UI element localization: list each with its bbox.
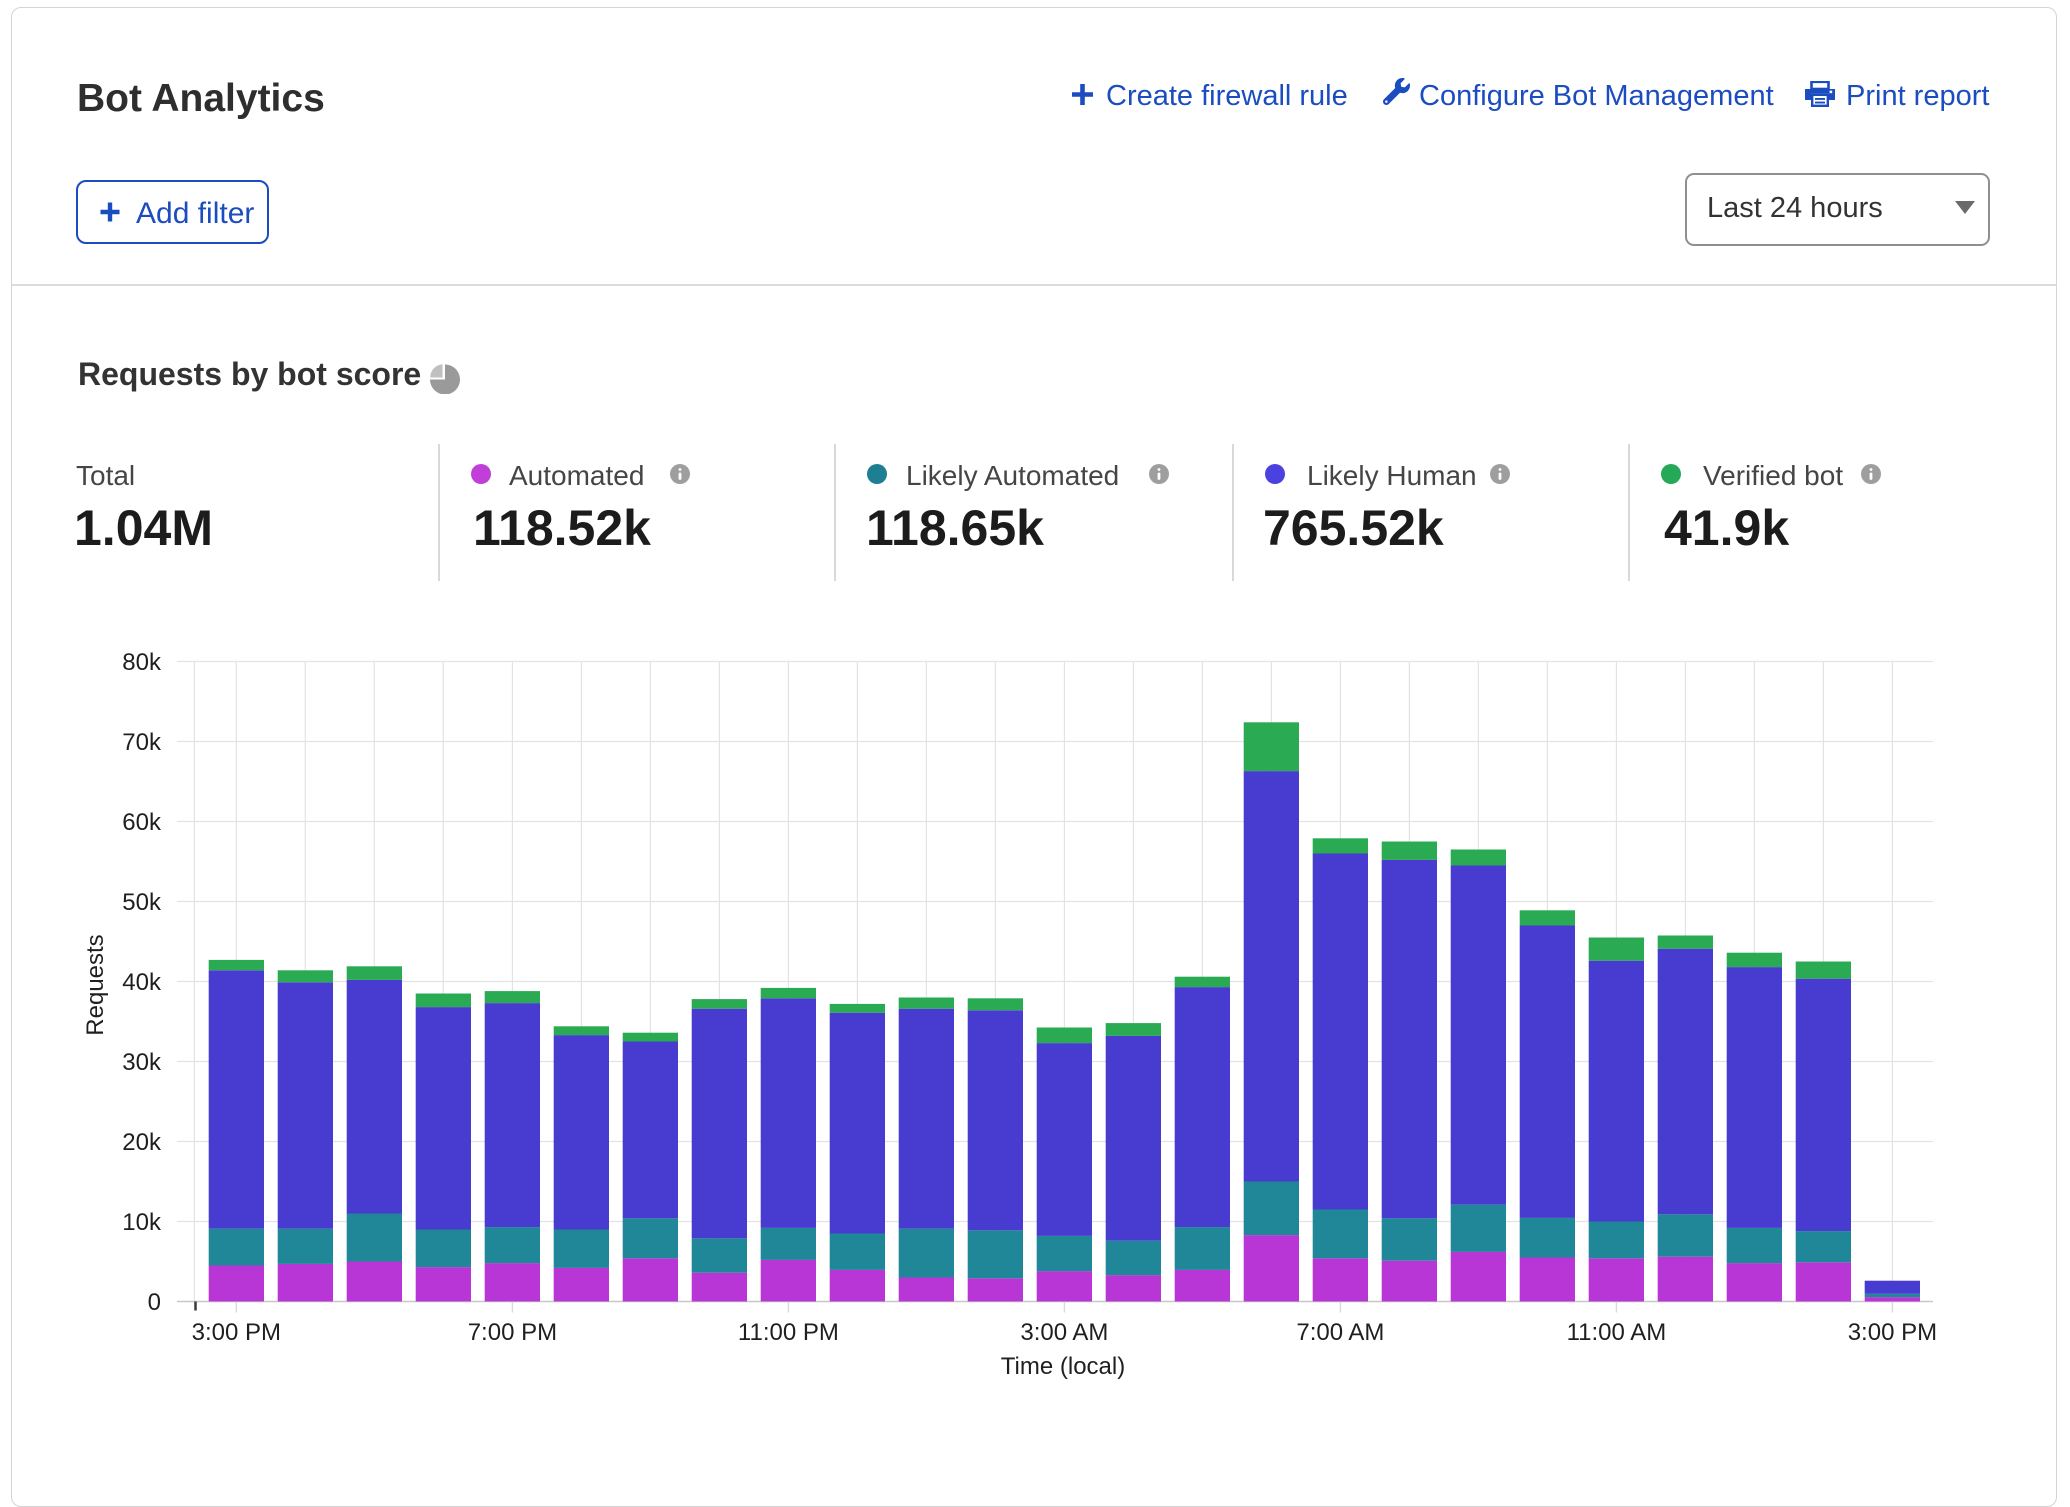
svg-text:50k: 50k xyxy=(122,889,162,916)
svg-text:Requests: Requests xyxy=(82,934,109,1035)
svg-text:0: 0 xyxy=(148,1289,161,1316)
svg-text:11:00 PM: 11:00 PM xyxy=(738,1319,839,1346)
svg-text:Time (local): Time (local) xyxy=(1001,1353,1125,1380)
svg-text:20k: 20k xyxy=(122,1129,162,1156)
svg-text:7:00 AM: 7:00 AM xyxy=(1296,1319,1384,1346)
svg-text:3:00 PM: 3:00 PM xyxy=(1848,1319,1937,1346)
svg-text:7:00 PM: 7:00 PM xyxy=(468,1319,557,1346)
svg-text:60k: 60k xyxy=(122,809,162,836)
svg-text:70k: 70k xyxy=(122,729,162,756)
svg-text:3:00 PM: 3:00 PM xyxy=(192,1319,281,1346)
svg-text:40k: 40k xyxy=(122,969,162,996)
svg-text:11:00 AM: 11:00 AM xyxy=(1567,1319,1667,1346)
svg-text:80k: 80k xyxy=(122,649,162,676)
svg-text:3:00 AM: 3:00 AM xyxy=(1020,1319,1108,1346)
svg-text:10k: 10k xyxy=(122,1209,162,1236)
svg-text:30k: 30k xyxy=(122,1049,162,1076)
